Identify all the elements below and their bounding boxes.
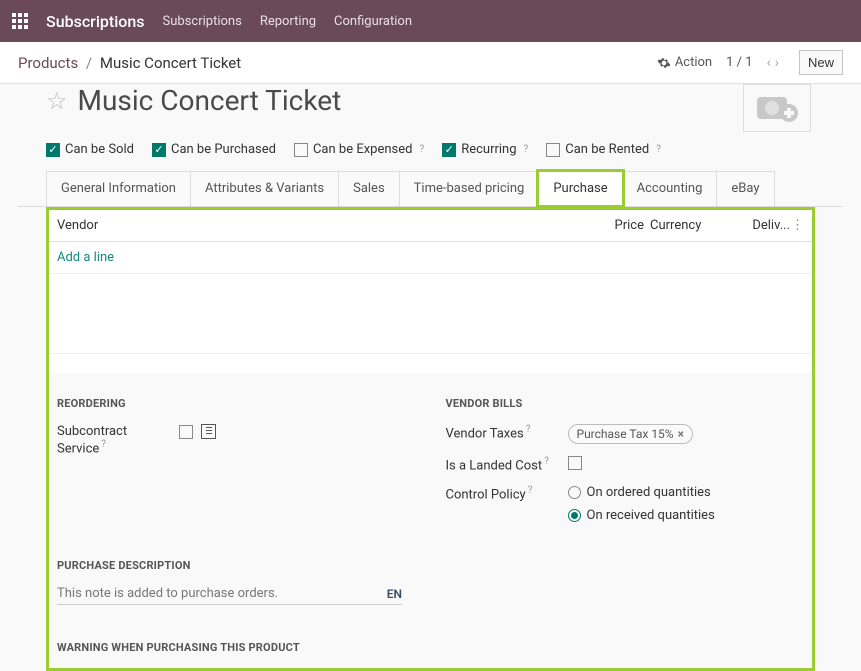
radio-icon [568, 486, 581, 499]
label: Vendor Taxes? [446, 424, 556, 441]
pager-next-icon[interactable]: › [775, 55, 779, 71]
purchase-description-field[interactable]: This note is added to purchase orders. E… [57, 586, 402, 605]
tab-time-based-pricing[interactable]: Time-based pricing [399, 171, 540, 206]
field-subcontract-service: Subcontract Service? [57, 424, 416, 456]
nav-configuration[interactable]: Configuration [334, 14, 412, 29]
top-nav: Subscriptions Subscriptions Reporting Co… [0, 0, 861, 42]
checkbox-subcontract[interactable] [179, 425, 193, 439]
check-recurring[interactable]: ✓Recurring? [442, 142, 528, 157]
action-label: Action [675, 55, 712, 70]
checkbox-icon [546, 143, 560, 157]
section-title: WARNING WHEN PURCHASING THIS PRODUCT [57, 641, 804, 654]
description-text: This note is added to purchase orders. [57, 586, 278, 601]
pager-count: 1 / 1 [726, 55, 752, 70]
tab-general-information[interactable]: General Information [46, 171, 191, 206]
options-row: ✓Can be Sold ✓Can be Purchased Can be Ex… [18, 132, 843, 171]
radio-received-quantities[interactable]: On received quantities [568, 508, 805, 523]
title-bar: ☆ Music Concert Ticket [18, 84, 843, 132]
help-icon[interactable]: ? [419, 144, 424, 155]
favorite-star-icon[interactable]: ☆ [46, 87, 68, 115]
field-landed-cost: Is a Landed Cost? [446, 456, 805, 473]
breadcrumb-root[interactable]: Products [18, 54, 78, 72]
radio-ordered-quantities[interactable]: On ordered quantities [568, 485, 805, 500]
breadcrumb: Products / Music Concert Ticket [18, 54, 241, 72]
check-can-be-purchased[interactable]: ✓Can be Purchased [152, 142, 276, 157]
label: Control Policy? [446, 485, 556, 502]
col-price[interactable]: Price [594, 218, 644, 233]
checkbox-icon [294, 143, 308, 157]
kebab-icon[interactable]: ⋮ [790, 218, 804, 233]
help-icon[interactable]: ? [656, 144, 661, 155]
action-menu[interactable]: Action [657, 55, 712, 70]
section-title: PURCHASE DESCRIPTION [57, 559, 804, 572]
product-name[interactable]: Music Concert Ticket [78, 84, 342, 117]
header-actions: Action 1 / 1 ‹ › New [657, 50, 843, 75]
breadcrumb-sep: / [86, 54, 92, 72]
help-icon[interactable]: ? [544, 456, 549, 467]
tab-purchase[interactable]: Purchase [538, 171, 622, 206]
product-image-placeholder[interactable] [743, 84, 811, 132]
table-empty-row [49, 353, 812, 373]
table-empty-row [49, 273, 812, 353]
breadcrumb-current: Music Concert Ticket [100, 54, 241, 72]
checkbox-icon: ✓ [152, 143, 166, 157]
help-icon[interactable]: ? [524, 144, 529, 155]
help-icon[interactable]: ? [526, 424, 531, 435]
table-body: Add a line [49, 242, 812, 373]
check-can-be-expensed[interactable]: Can be Expensed? [294, 142, 424, 157]
language-toggle[interactable]: EN [387, 587, 402, 601]
vendor-bills-section: VENDOR BILLS Vendor Taxes? Purchase Tax … [446, 397, 805, 543]
section-title: REORDERING [57, 397, 416, 410]
nav-subscriptions[interactable]: Subscriptions [163, 14, 242, 29]
reordering-section: REORDERING Subcontract Service? [57, 397, 416, 543]
breadcrumb-bar: Products / Music Concert Ticket Action 1… [0, 42, 861, 84]
col-delivery[interactable]: Deliv... [730, 218, 790, 233]
gear-icon [657, 56, 671, 70]
col-vendor[interactable]: Vendor [57, 218, 594, 233]
check-can-be-sold[interactable]: ✓Can be Sold [46, 142, 134, 157]
purchase-pane: Vendor Price Currency Deliv... ⋮ Add a l… [46, 207, 815, 671]
field-vendor-taxes: Vendor Taxes? Purchase Tax 15%× [446, 424, 805, 444]
camera-plus-icon [755, 91, 799, 125]
warning-section: WARNING WHEN PURCHASING THIS PRODUCT [49, 605, 812, 654]
col-currency[interactable]: Currency [650, 218, 730, 233]
field-control-policy: Control Policy? On ordered quantities On… [446, 485, 805, 531]
tab-ebay[interactable]: eBay [716, 171, 774, 206]
label: Subcontract Service? [57, 424, 167, 456]
label: Is a Landed Cost? [446, 456, 556, 473]
nav-reporting[interactable]: Reporting [260, 14, 316, 29]
tabs: General Information Attributes & Variant… [18, 171, 843, 207]
apps-icon[interactable] [12, 13, 28, 29]
checkbox-icon: ✓ [442, 143, 456, 157]
tax-tag[interactable]: Purchase Tax 15%× [568, 424, 693, 444]
tab-attributes-variants[interactable]: Attributes & Variants [190, 171, 339, 206]
pager-arrows: ‹ › [767, 55, 779, 71]
check-can-be-rented[interactable]: Can be Rented? [546, 142, 661, 157]
tab-sales[interactable]: Sales [338, 171, 400, 206]
add-line-link[interactable]: Add a line [49, 242, 812, 273]
checkbox-landed-cost[interactable] [568, 456, 582, 470]
form-columns: REORDERING Subcontract Service? VENDOR B… [49, 373, 812, 553]
vendor-table: Vendor Price Currency Deliv... ⋮ Add a l… [49, 210, 812, 373]
checkbox-icon: ✓ [46, 143, 60, 157]
new-button[interactable]: New [799, 50, 843, 75]
help-icon[interactable]: ? [528, 485, 533, 496]
app-name[interactable]: Subscriptions [46, 12, 145, 31]
list-view-icon[interactable] [201, 424, 216, 439]
radio-icon [568, 509, 581, 522]
content: ☆ Music Concert Ticket ✓Can be Sold ✓Can… [0, 84, 861, 671]
remove-tag-icon[interactable]: × [678, 427, 684, 441]
purchase-description-section: PURCHASE DESCRIPTION This note is added … [49, 553, 812, 605]
tab-accounting[interactable]: Accounting [622, 171, 718, 206]
section-title: VENDOR BILLS [446, 397, 805, 410]
help-icon[interactable]: ? [101, 439, 106, 450]
pager-prev-icon[interactable]: ‹ [767, 55, 771, 71]
table-header: Vendor Price Currency Deliv... ⋮ [49, 210, 812, 242]
page-title: ☆ Music Concert Ticket [46, 84, 341, 117]
